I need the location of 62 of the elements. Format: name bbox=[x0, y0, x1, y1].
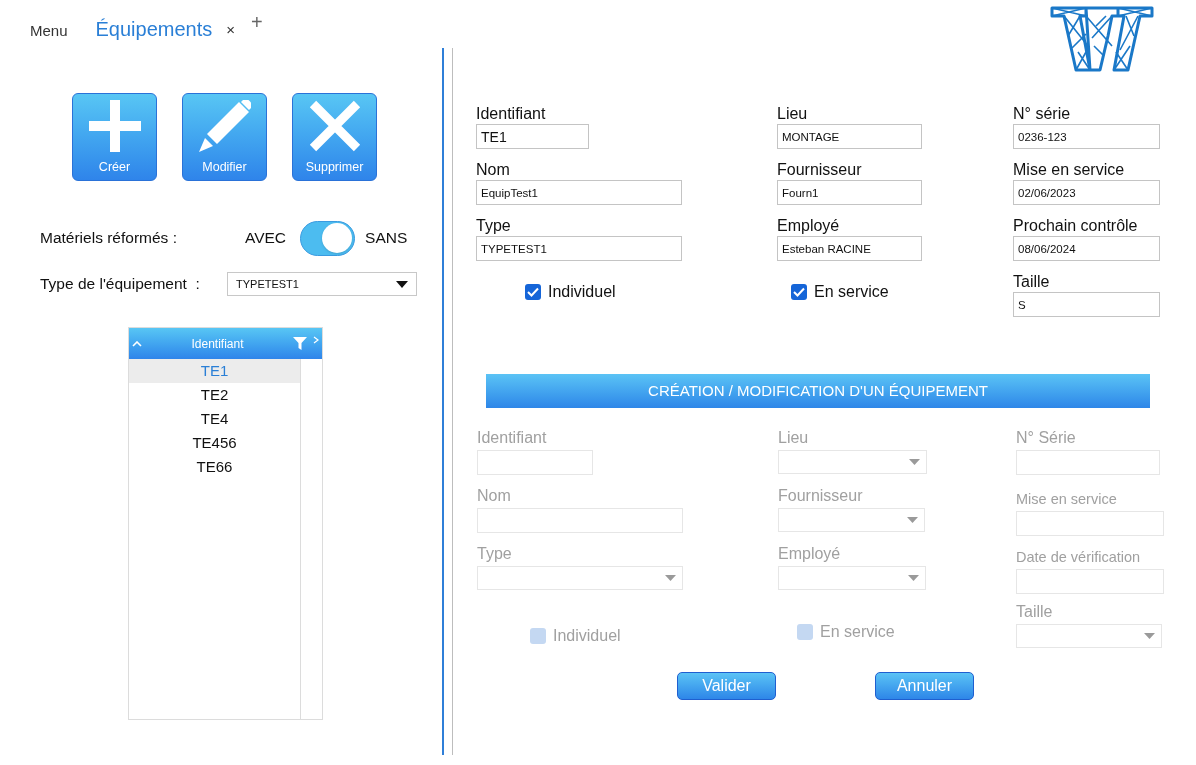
dropdown-arrow-icon bbox=[396, 280, 408, 288]
field-label: Date de vérification bbox=[1016, 548, 1142, 567]
tab[interactable]: Menu bbox=[30, 21, 68, 44]
section-banner: CRÉATION / MODIFICATION D'UN ÉQUIPEMENT bbox=[486, 374, 1150, 408]
list-row[interactable]: TE4 bbox=[129, 407, 300, 431]
tab[interactable]: Équipements bbox=[95, 16, 213, 44]
field-label: Identifiant bbox=[477, 428, 548, 448]
list-row[interactable]: TE66 bbox=[129, 455, 300, 479]
filter-label: Type de l'équipement : bbox=[40, 274, 201, 295]
text-field[interactable]: Esteban RACINE bbox=[777, 236, 922, 261]
field-label: Fournisseur bbox=[778, 486, 864, 506]
field-label: Mise en service bbox=[1013, 160, 1126, 180]
filter-label: Matériels réformés : bbox=[40, 228, 178, 249]
field-label: Lieu bbox=[777, 104, 809, 124]
plus-icon bbox=[88, 100, 141, 152]
text-field[interactable]: 02/06/2023 bbox=[1013, 180, 1160, 205]
option-label: SANS bbox=[365, 228, 408, 249]
dropdown-arrow-icon bbox=[908, 575, 919, 581]
chevron-icon[interactable] bbox=[313, 335, 319, 344]
text-field[interactable]: S bbox=[1013, 292, 1160, 317]
text-field[interactable]: Fourn1 bbox=[777, 180, 922, 205]
toggle-switch[interactable] bbox=[300, 220, 356, 256]
checkbox[interactable]: Individuel bbox=[525, 280, 777, 304]
text-field[interactable]: 08/06/2024 bbox=[1013, 236, 1160, 261]
field-label: Taille bbox=[1013, 272, 1051, 292]
field-label: Employé bbox=[778, 544, 842, 564]
field-label: N° Série bbox=[1016, 428, 1077, 448]
sort-icon[interactable] bbox=[132, 340, 142, 347]
field-label: Lieu bbox=[778, 428, 810, 448]
dropdown-arrow-icon bbox=[907, 517, 918, 523]
text-field[interactable]: MONTAGE bbox=[777, 124, 922, 149]
field-label: Nom bbox=[476, 160, 511, 180]
field-label: Employé bbox=[777, 216, 841, 236]
text-field[interactable]: 0236-123 bbox=[1013, 124, 1160, 149]
dropdown-arrow-icon bbox=[909, 459, 920, 465]
dropdown-arrow-icon bbox=[665, 575, 676, 581]
truss-logo-icon bbox=[1050, 6, 1154, 74]
new-tab-button[interactable]: + bbox=[251, 10, 263, 44]
checkmark-icon bbox=[793, 287, 805, 297]
checkbox[interactable]: En service bbox=[791, 280, 1013, 304]
field-label: N° série bbox=[1013, 104, 1072, 124]
text-field[interactable]: EquipTest1 bbox=[476, 180, 682, 205]
type-dropdown[interactable]: TYPETEST1 bbox=[227, 272, 417, 296]
field-label: Identifiant bbox=[476, 104, 547, 124]
field-label: Taille bbox=[1016, 602, 1054, 622]
field-label: Prochain contrôle bbox=[1013, 216, 1139, 236]
close-icon bbox=[308, 100, 361, 152]
text-field[interactable]: TE1 bbox=[476, 124, 589, 149]
field-label: Nom bbox=[477, 486, 512, 506]
field-label: Type bbox=[477, 544, 513, 564]
field-label: Type bbox=[476, 216, 512, 236]
list-row[interactable]: TE456 bbox=[129, 431, 300, 455]
list-row[interactable]: TE2 bbox=[129, 383, 300, 407]
field-label: Fournisseur bbox=[777, 160, 863, 180]
dropdown-arrow-icon bbox=[1144, 633, 1155, 639]
checkmark-icon bbox=[527, 287, 539, 297]
tab-close-button[interactable]: × bbox=[226, 20, 236, 44]
option-label: AVEC bbox=[245, 228, 287, 249]
pencil-icon bbox=[198, 100, 251, 152]
field-label: Mise en service bbox=[1016, 490, 1118, 509]
filter-icon[interactable] bbox=[293, 337, 307, 350]
text-field[interactable]: TYPETEST1 bbox=[476, 236, 682, 261]
